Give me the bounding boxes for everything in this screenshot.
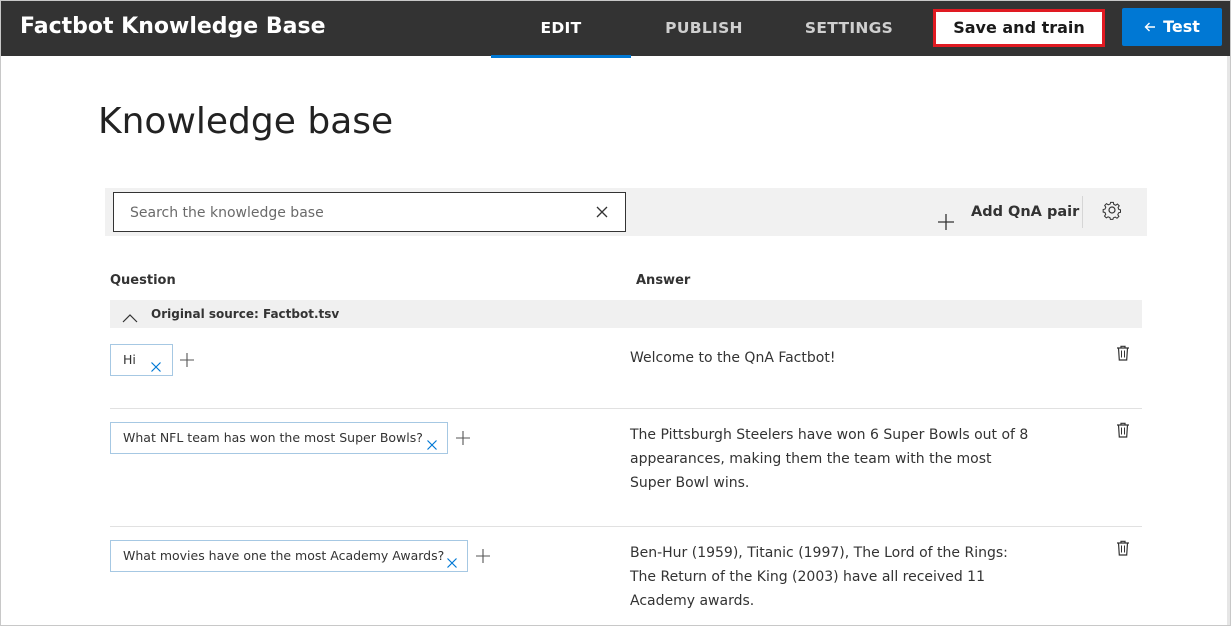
source-group-label: Original source: Factbot.tsv [151,307,340,321]
add-qna-pair-label: Add QnA pair [971,204,1080,220]
page-scrollbar[interactable] [1227,56,1230,625]
question-text: What movies have one the most Academy Aw… [123,548,445,563]
search-box [113,192,626,232]
top-nav-bar: Factbot Knowledge Base EDIT PUBLISH SETT… [1,1,1230,58]
save-and-train-label: Save and train [953,18,1085,37]
tab-settings[interactable]: SETTINGS [783,1,915,56]
tab-edit[interactable]: EDIT [491,1,631,58]
answer-text[interactable]: Ben-Hur (1959), Titanic (1997), The Lord… [630,541,1030,613]
close-icon[interactable] [446,550,458,568]
tab-publish[interactable]: PUBLISH [637,1,771,56]
plus-icon[interactable] [476,548,490,563]
trash-icon[interactable] [1116,540,1130,556]
app-window: Factbot Knowledge Base EDIT PUBLISH SETT… [0,0,1231,626]
command-bar: Add QnA pair [105,188,1147,236]
table-row: Hi Welcome to the QnA Factbot! [110,328,1142,409]
plus-icon [937,203,955,230]
trash-icon[interactable] [1116,345,1130,361]
question-text: Hi [123,352,136,367]
arrow-left-icon [1144,8,1156,46]
question-text: What NFL team has won the most Super Bow… [123,430,423,445]
close-icon[interactable] [150,354,162,372]
answer-text[interactable]: Welcome to the QnA Factbot! [630,346,1030,370]
table-row: What NFL team has won the most Super Bow… [110,409,1142,527]
test-label: Test [1163,17,1200,36]
close-icon[interactable] [426,432,438,450]
plus-icon[interactable] [456,430,470,445]
question-chip[interactable]: Hi [110,344,173,376]
source-group-header[interactable]: Original source: Factbot.tsv [110,300,1142,328]
column-header-answer: Answer [636,273,691,288]
answer-text[interactable]: The Pittsburgh Steelers have won 6 Super… [630,423,1030,495]
question-chip[interactable]: What NFL team has won the most Super Bow… [110,422,448,454]
table-row: What movies have one the most Academy Aw… [110,527,1142,625]
test-button[interactable]: Test [1122,8,1222,46]
column-header-question: Question [110,273,176,288]
plus-icon[interactable] [180,352,194,367]
chevron-up-icon [122,308,138,323]
close-icon[interactable] [593,203,611,221]
search-input[interactable] [130,202,570,224]
save-and-train-button[interactable]: Save and train [933,9,1105,47]
question-chip[interactable]: What movies have one the most Academy Aw… [110,540,468,572]
app-title: Factbot Knowledge Base [20,14,326,39]
page-title: Knowledge base [98,101,394,142]
gear-icon[interactable] [1101,199,1123,221]
toolbar-divider [1082,196,1083,228]
trash-icon[interactable] [1116,422,1130,438]
